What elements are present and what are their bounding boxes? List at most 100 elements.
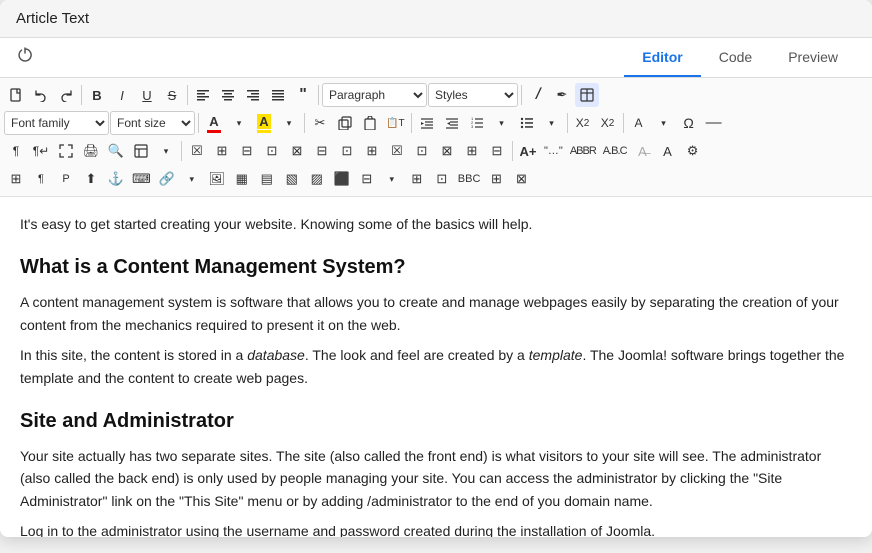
paste-button[interactable] [358, 111, 382, 135]
strikethrough-button[interactable]: S [160, 83, 184, 107]
media-button[interactable]: ▦ [230, 167, 254, 191]
paste-as-text-button[interactable]: 📋T [383, 111, 408, 135]
special-chars-button[interactable]: Ω [677, 111, 701, 135]
icon-27[interactable]: ⊠ [509, 167, 533, 191]
tab-code[interactable]: Code [701, 39, 770, 77]
editor-tabs: Editor Code Preview [624, 39, 856, 77]
paragraph-btn[interactable]: ¶↵ [29, 139, 53, 163]
columns-arrow[interactable]: ▾ [380, 167, 404, 191]
bold-button[interactable]: B [85, 83, 109, 107]
toolbar-row-1: B I U S " [4, 81, 868, 109]
ordered-list-arrow[interactable]: ▾ [490, 111, 514, 135]
align-right-button[interactable] [241, 83, 265, 107]
blockquote-button[interactable]: " [291, 83, 315, 107]
tab-editor[interactable]: Editor [624, 39, 700, 77]
italic-icon-button[interactable]: 𝐼 [525, 83, 549, 107]
divider [623, 113, 624, 133]
unordered-list-button[interactable] [515, 111, 539, 135]
link-arrow[interactable]: ▾ [180, 167, 204, 191]
insert-table-button[interactable] [129, 139, 153, 163]
icon-btn-19[interactable]: A [656, 139, 680, 163]
code-btn[interactable]: ⌨ [129, 167, 154, 191]
underline-button[interactable]: U [135, 83, 159, 107]
cut-button[interactable]: ✂ [308, 111, 332, 135]
divider [304, 113, 305, 133]
icon-btn-7[interactable]: ⊡ [335, 139, 359, 163]
fullscreen-button[interactable] [54, 139, 78, 163]
heading-1: What is a Content Management System? [20, 251, 852, 283]
font-family-select[interactable]: Font family [4, 111, 109, 135]
image-button[interactable]: 🖼 [205, 167, 229, 191]
power-icon[interactable] [16, 38, 34, 77]
icon-btn-3[interactable]: ⊟ [235, 139, 259, 163]
highlight-button[interactable]: A [252, 111, 276, 135]
anchor-button[interactable]: ⚓ [104, 167, 128, 191]
ordered-list-button[interactable]: 123 [465, 111, 489, 135]
icon-20[interactable]: ▧ [280, 167, 304, 191]
columns-btn[interactable]: ⊟ [355, 167, 379, 191]
html-btn[interactable]: ¶ [29, 167, 53, 191]
icon-btn-2[interactable]: ⊞ [210, 139, 234, 163]
icon-btn-6[interactable]: ⊟ [310, 139, 334, 163]
icon-22[interactable]: ⬛ [330, 167, 354, 191]
new-doc-button[interactable] [4, 83, 28, 107]
icon-btn-9[interactable]: ☒ [385, 139, 409, 163]
icon-btn-10[interactable]: ⊡ [410, 139, 434, 163]
hr-button[interactable]: — [702, 111, 726, 135]
paragraph-3: Your site actually has two separate site… [20, 445, 852, 512]
para-btn2[interactable]: P [54, 167, 78, 191]
icon-25[interactable]: BBC [455, 167, 484, 191]
icon-btn-17[interactable]: A.B.C [600, 139, 630, 163]
highlight-arrow[interactable]: ▾ [277, 111, 301, 135]
editor-content[interactable]: It's easy to get started creating your w… [0, 197, 872, 537]
font-size-arrow[interactable]: ▾ [652, 111, 676, 135]
show-hide-button[interactable]: ¶ [4, 139, 28, 163]
table-button[interactable] [575, 83, 599, 107]
align-center-button[interactable] [216, 83, 240, 107]
link-button[interactable]: 🔗 [155, 167, 179, 191]
icon-23[interactable]: ⊞ [405, 167, 429, 191]
redo-button[interactable] [54, 83, 78, 107]
font-color-arrow[interactable]: ▾ [227, 111, 251, 135]
icon-btn-12[interactable]: ⊞ [460, 139, 484, 163]
superscript-button[interactable]: X2 [596, 111, 620, 135]
subscript-button[interactable]: X2 [571, 111, 595, 135]
icon-btn-5[interactable]: ⊠ [285, 139, 309, 163]
styles-select[interactable]: Styles [428, 83, 518, 107]
print-button[interactable]: 🖨 [79, 139, 103, 163]
italic-button[interactable]: I [110, 83, 134, 107]
icon-21[interactable]: ▨ [305, 167, 329, 191]
spellcheck-button[interactable]: 🔍 [104, 139, 128, 163]
icon-24[interactable]: ⊡ [430, 167, 454, 191]
justify-button[interactable] [266, 83, 290, 107]
special-char-button[interactable]: ✒ [550, 83, 574, 107]
outdent-button[interactable] [440, 111, 464, 135]
template-button[interactable]: ⊞ [4, 167, 28, 191]
icon-btn-8[interactable]: ⊞ [360, 139, 384, 163]
font-color-button[interactable]: A [202, 111, 226, 135]
align-left-button[interactable] [191, 83, 215, 107]
icon-btn-15[interactable]: "…" [541, 139, 566, 163]
icon-btn-14[interactable]: A+ [516, 139, 540, 163]
tab-preview[interactable]: Preview [770, 39, 856, 77]
settings-button[interactable]: ⚙ [681, 139, 705, 163]
icon-btn-16[interactable]: ABBR [567, 139, 599, 163]
icon-btn-13[interactable]: ⊟ [485, 139, 509, 163]
unordered-list-arrow[interactable]: ▾ [540, 111, 564, 135]
icon-btn-11[interactable]: ⊠ [435, 139, 459, 163]
icon-26[interactable]: ⊞ [484, 167, 508, 191]
divider [567, 113, 568, 133]
toolbar-row-4: ⊞ ¶ P ⬆ ⚓ ⌨ 🔗 ▾ 🖼 ▦ ▤ ▧ ▨ ⬛ ⊟ ▾ ⊞ ⊡ BBC … [4, 165, 868, 193]
undo-button[interactable] [29, 83, 53, 107]
font-size-select[interactable]: Font size [110, 111, 195, 135]
indent-button[interactable] [415, 111, 439, 135]
icon-btn-4[interactable]: ⊡ [260, 139, 284, 163]
copy-button[interactable] [333, 111, 357, 135]
font-size-btn[interactable]: A [627, 111, 651, 135]
media-btn2[interactable]: ▤ [255, 167, 279, 191]
table-arrow[interactable]: ▾ [154, 139, 178, 163]
icon-btn-1[interactable]: ☒ [185, 139, 209, 163]
upload-button[interactable]: ⬆ [79, 167, 103, 191]
paragraph-select[interactable]: Paragraph [322, 83, 427, 107]
icon-btn-18[interactable]: A̶ [631, 139, 655, 163]
